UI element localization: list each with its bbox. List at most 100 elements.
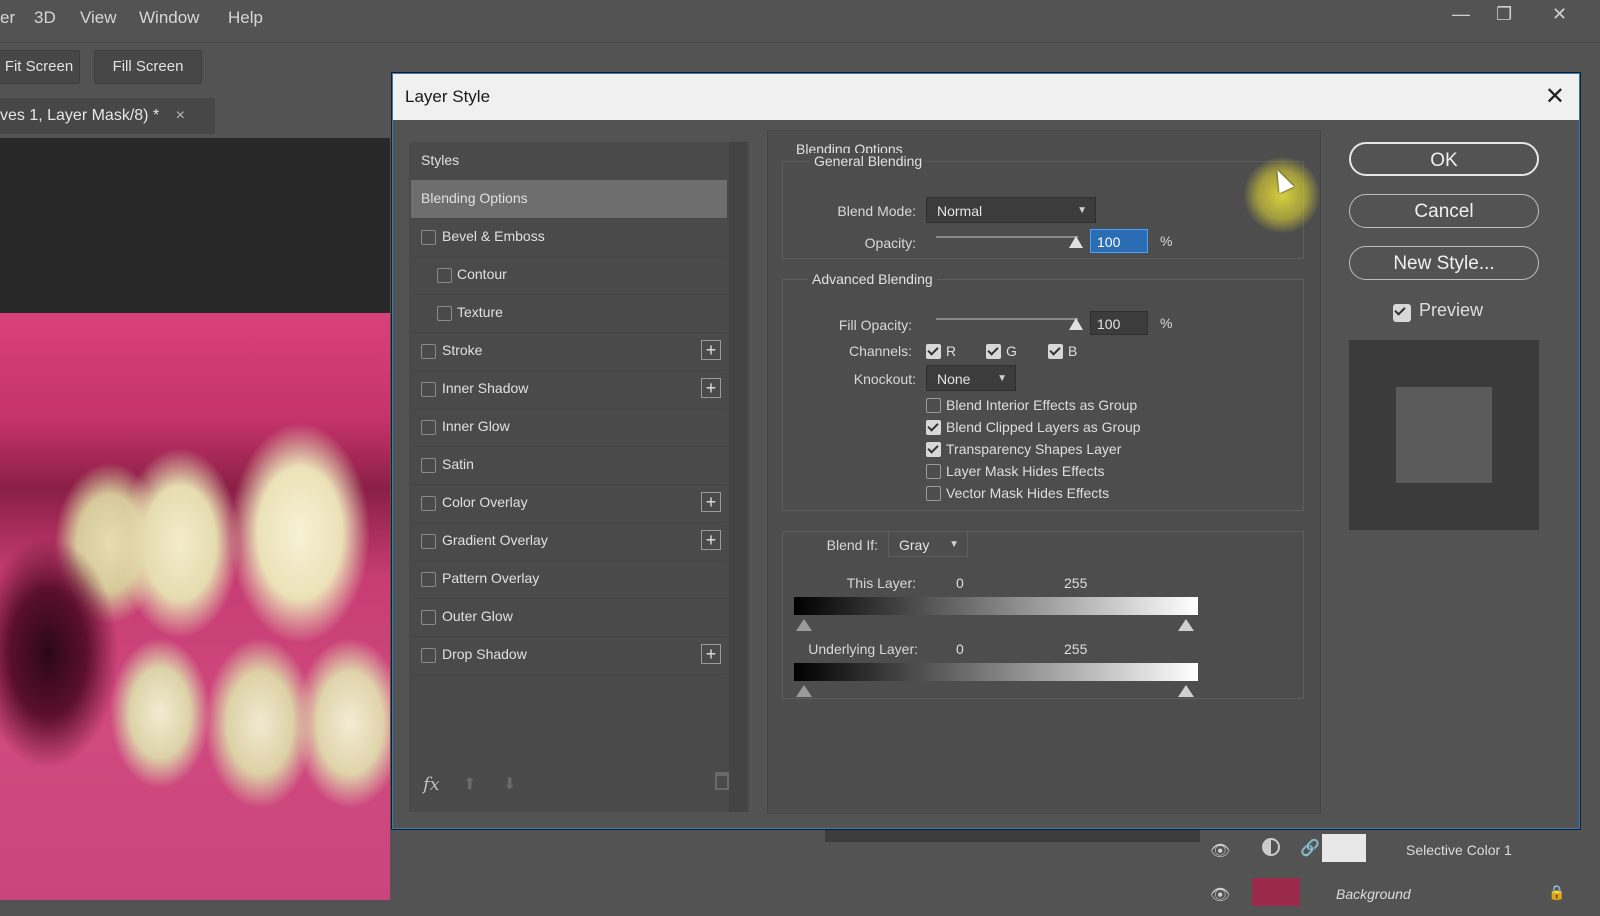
- restore-icon[interactable]: ❐: [1496, 4, 1512, 25]
- blend-mode-select[interactable]: Normal ▼: [926, 197, 1096, 223]
- layer-row[interactable]: 👁 🔗 Selective Color 1: [1200, 828, 1600, 872]
- chevron-down-icon: ▼: [1077, 205, 1087, 216]
- document-tab[interactable]: ves 1, Layer Mask/8) * ×: [0, 98, 215, 134]
- style-item-checkbox[interactable]: [421, 230, 436, 245]
- underlying-layer-gradient: [794, 663, 1198, 681]
- option-checkbox[interactable]: [926, 442, 941, 457]
- style-item-label: Stroke: [442, 342, 483, 358]
- option-checkbox-label: Blend Interior Effects as Group: [946, 397, 1138, 413]
- style-item-checkbox[interactable]: [421, 382, 436, 397]
- menu-item-3d[interactable]: 3D: [34, 8, 56, 28]
- trash-icon[interactable]: [715, 772, 729, 790]
- style-item-checkbox[interactable]: [421, 572, 436, 587]
- eye-icon[interactable]: 👁: [1210, 885, 1230, 905]
- window-close-icon[interactable]: ✕: [1552, 4, 1567, 25]
- style-item-checkbox[interactable]: [421, 458, 436, 473]
- style-item-checkbox[interactable]: [421, 610, 436, 625]
- cancel-button[interactable]: Cancel: [1349, 194, 1539, 228]
- option-checkbox[interactable]: [926, 398, 941, 413]
- move-down-icon[interactable]: ⬇: [503, 774, 516, 794]
- style-item[interactable]: Contour: [411, 256, 727, 295]
- menu-item-view[interactable]: View: [80, 8, 117, 28]
- underlying-white-slider[interactable]: [1178, 685, 1194, 697]
- add-style-icon[interactable]: +: [701, 378, 721, 398]
- fill-screen-button[interactable]: Fill Screen: [94, 50, 202, 84]
- underlying-black-slider[interactable]: [796, 685, 812, 697]
- style-item[interactable]: Bevel & Emboss: [411, 218, 727, 257]
- style-item-checkbox[interactable]: [421, 534, 436, 549]
- add-style-icon[interactable]: +: [701, 530, 721, 550]
- styles-list: Styles Blending Options Bevel & Emboss Con…: [409, 142, 749, 812]
- tab-close-icon[interactable]: ×: [176, 107, 185, 124]
- style-item-label: Satin: [442, 456, 474, 472]
- channel-b-checkbox[interactable]: [1048, 344, 1063, 359]
- style-item[interactable]: Inner Shadow +: [411, 370, 727, 409]
- fx-icon[interactable]: fx: [423, 774, 440, 795]
- style-item[interactable]: Inner Glow: [411, 408, 727, 447]
- this-layer-black-slider[interactable]: [796, 619, 812, 631]
- chevron-down-icon: ▼: [949, 539, 959, 550]
- opacity-slider-track[interactable]: [936, 236, 1078, 238]
- advanced-blending-title: Advanced Blending: [808, 271, 937, 287]
- style-item[interactable]: Stroke +: [411, 332, 727, 371]
- opacity-slider-thumb[interactable]: [1069, 236, 1083, 248]
- style-item-checkbox[interactable]: [437, 268, 452, 283]
- style-item[interactable]: Satin: [411, 446, 727, 485]
- style-item[interactable]: Outer Glow: [411, 598, 727, 637]
- style-item-label: Inner Shadow: [442, 380, 529, 396]
- menu-item-layer[interactable]: er: [0, 8, 15, 28]
- option-checkbox[interactable]: [926, 420, 941, 435]
- style-item-checkbox[interactable]: [421, 420, 436, 435]
- ok-button[interactable]: OK: [1349, 142, 1539, 176]
- style-item-checkbox[interactable]: [421, 344, 436, 359]
- knockout-select[interactable]: None ▼: [926, 365, 1016, 391]
- opacity-input[interactable]: 100: [1090, 229, 1148, 253]
- move-up-icon[interactable]: ⬆: [463, 774, 476, 794]
- style-item[interactable]: Drop Shadow +: [411, 636, 727, 675]
- fill-opacity-input[interactable]: 100: [1090, 311, 1148, 335]
- style-item[interactable]: Gradient Overlay +: [411, 522, 727, 561]
- minimize-icon[interactable]: —: [1452, 4, 1470, 25]
- styles-header[interactable]: Styles: [411, 142, 727, 181]
- dialog-titlebar[interactable]: Layer Style ✕: [393, 74, 1579, 120]
- style-item-checkbox[interactable]: [437, 306, 452, 321]
- fill-opacity-slider-track[interactable]: [936, 318, 1078, 320]
- this-layer-label: This Layer:: [846, 575, 916, 591]
- add-style-icon[interactable]: +: [701, 340, 721, 360]
- menu-item-window[interactable]: Window: [139, 8, 199, 28]
- adjustment-icon: [1262, 838, 1280, 856]
- style-item[interactable]: Color Overlay +: [411, 484, 727, 523]
- document-canvas[interactable]: [0, 138, 390, 900]
- add-style-icon[interactable]: +: [701, 644, 721, 664]
- blend-if-select[interactable]: Gray ▼: [888, 531, 968, 557]
- fill-opacity-slider-thumb[interactable]: [1069, 318, 1083, 330]
- styles-scrollbar[interactable]: [729, 142, 747, 812]
- lock-icon: 🔒: [1548, 884, 1566, 900]
- eye-icon[interactable]: 👁: [1210, 841, 1230, 861]
- style-item[interactable]: Pattern Overlay: [411, 560, 727, 599]
- style-item[interactable]: Texture: [411, 294, 727, 333]
- option-checkbox[interactable]: [926, 486, 941, 501]
- preview-checkbox[interactable]: [1393, 304, 1411, 322]
- menu-item-help[interactable]: Help: [228, 8, 263, 28]
- close-icon[interactable]: ✕: [1545, 82, 1565, 111]
- fit-screen-button[interactable]: Fit Screen: [0, 50, 80, 84]
- option-checkbox[interactable]: [926, 464, 941, 479]
- blend-mode-value: Normal: [937, 203, 983, 219]
- add-style-icon[interactable]: +: [701, 492, 721, 512]
- option-checkbox-label: Transparency Shapes Layer: [946, 441, 1122, 457]
- link-icon: 🔗: [1300, 840, 1320, 857]
- new-style-button[interactable]: New Style...: [1349, 246, 1539, 280]
- blend-mode-label: Blend Mode:: [837, 203, 916, 219]
- this-layer-white-slider[interactable]: [1178, 619, 1194, 631]
- channel-r-checkbox[interactable]: [926, 344, 941, 359]
- preview-label: Preview: [1419, 300, 1484, 320]
- layer-row[interactable]: 👁 Background 🔒: [1200, 872, 1600, 916]
- style-item-checkbox[interactable]: [421, 496, 436, 511]
- style-item-label: Blending Options: [421, 190, 528, 206]
- general-blending-title: General Blending: [810, 153, 927, 169]
- style-item-label: Drop Shadow: [442, 646, 527, 662]
- channel-g-checkbox[interactable]: [986, 344, 1001, 359]
- style-item[interactable]: Blending Options: [411, 180, 727, 219]
- style-item-checkbox[interactable]: [421, 648, 436, 663]
